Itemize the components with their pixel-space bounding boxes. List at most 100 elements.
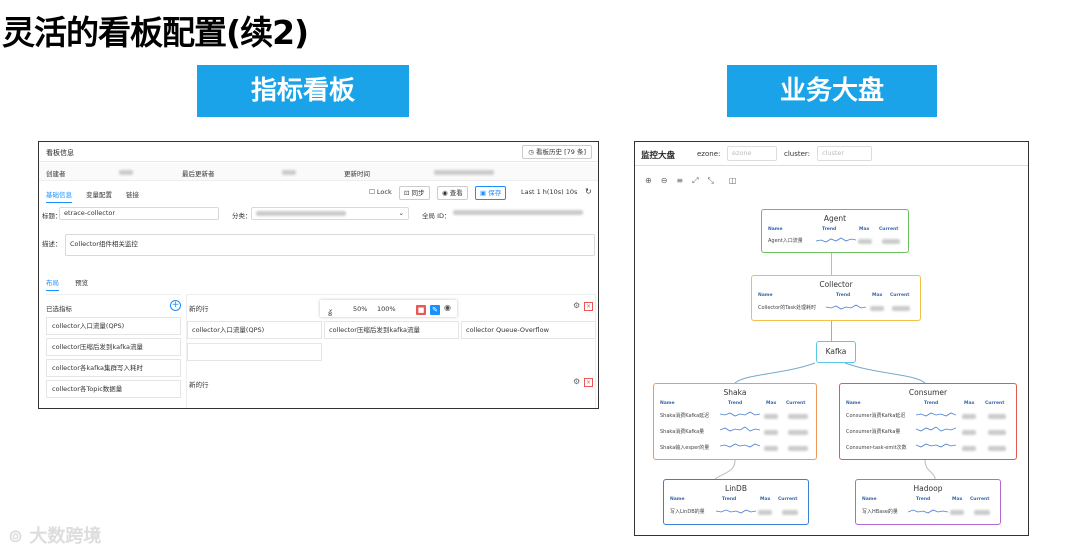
width-50-button[interactable]: 50% xyxy=(353,305,367,313)
node-lindb-name: LinDB xyxy=(725,484,747,493)
time-range-picker[interactable]: Last 1 h(10s) 10s xyxy=(517,186,582,200)
trend-sparklines xyxy=(720,411,760,448)
tab-variables[interactable]: 变量配置 xyxy=(86,189,112,199)
tab-links[interactable]: 链接 xyxy=(126,189,139,199)
node-agent[interactable]: Agent Name Trend Max Current Agent入口流量 xyxy=(761,209,909,253)
col-name: Name xyxy=(758,293,773,298)
col-trend: Trend xyxy=(728,401,743,406)
delete-row-icon[interactable]: × xyxy=(584,378,593,387)
refresh-icon[interactable]: ↻ xyxy=(581,186,596,200)
current-value xyxy=(788,446,808,451)
col-trend: Trend xyxy=(822,227,837,232)
current-value xyxy=(788,430,808,435)
node-kafka-name: Kafka xyxy=(825,347,847,356)
col-max: Max xyxy=(760,497,771,502)
max-value xyxy=(858,239,872,244)
gear-icon[interactable]: ⚙ xyxy=(573,301,580,310)
col-max: Max xyxy=(964,401,975,406)
tab-layout[interactable]: 布局 xyxy=(46,279,59,291)
banner-metric-board: 指标看板 xyxy=(197,65,409,117)
category-select[interactable]: ⌄ xyxy=(251,207,409,220)
description-textarea[interactable]: Collector组件相关监控 xyxy=(65,234,595,256)
current-value xyxy=(988,414,1006,419)
metric-item[interactable]: collector压缩后发到kafka流量 xyxy=(46,338,181,356)
node-hadoop-name: Hadoop xyxy=(913,484,943,493)
col-max: Max xyxy=(766,401,777,406)
trend-sparkline xyxy=(816,237,856,243)
row-toolbar: 8 ⌄ 50% 100% ■ ✎ ◉ xyxy=(320,300,457,318)
metric-name: Collector的Task处理耗时 xyxy=(758,305,817,311)
metric-name: Consumer消费Kafka量 xyxy=(846,429,901,435)
delete-row-icon[interactable]: × xyxy=(584,302,593,311)
business-dashboard-panel: 监控大盘 ezone: ezone cluster: cluster ⊕ ⊖ ≡ ⤢ ⤡… xyxy=(634,141,1029,536)
edit-icon[interactable]: ✎ xyxy=(430,305,440,315)
metric-name: Shaka消费Kafka量 xyxy=(660,429,705,435)
node-kafka[interactable]: Kafka xyxy=(816,341,856,363)
gear-icon[interactable]: ⚙ xyxy=(573,377,580,386)
max-value xyxy=(764,430,778,435)
row-cell[interactable]: collector压缩后发到kafka流量 xyxy=(324,321,459,339)
metric-item[interactable]: collector入口流量(QPS) xyxy=(46,317,181,335)
max-value xyxy=(870,306,884,311)
col-trend: Trend xyxy=(916,497,931,502)
col-name: Name xyxy=(660,401,675,406)
banner-business-dashboard: 业务大盘 xyxy=(727,65,937,117)
row-cell[interactable]: collector入口流量(QPS) xyxy=(187,321,322,339)
col-current: Current xyxy=(778,497,798,502)
delete-icon[interactable]: ■ xyxy=(416,305,426,315)
current-value xyxy=(782,510,798,515)
view-button[interactable]: ◉ 查看 xyxy=(437,186,468,200)
sync-button[interactable]: ⊡ 同步 xyxy=(399,186,430,200)
col-current: Current xyxy=(879,227,899,232)
row-cell[interactable]: collector Queue-Overflow xyxy=(461,321,596,339)
current-value xyxy=(882,239,900,244)
node-shaka[interactable]: Shaka Name Trend Max Current Shaka消费Kafk… xyxy=(653,383,817,460)
add-metric-icon[interactable]: + xyxy=(170,300,181,311)
eye-icon[interactable]: ◉ xyxy=(444,303,451,312)
trend-sparkline xyxy=(716,509,756,514)
title-input[interactable]: etrace-collector xyxy=(59,207,219,220)
node-lindb[interactable]: LinDB Name Trend Max Current 写入LinDB的量 xyxy=(663,479,809,525)
col-name: Name xyxy=(768,227,783,232)
watermark-text: 大数跨境 xyxy=(29,526,102,547)
lock-toggle[interactable]: ☐ Lock xyxy=(365,186,396,200)
watermark: ⊚ 大数跨境 xyxy=(8,522,101,548)
max-value xyxy=(764,414,778,419)
lock-label: Lock xyxy=(376,188,392,196)
col-name: Name xyxy=(846,401,861,406)
row-label: 新的行 xyxy=(189,305,209,313)
metric-item[interactable]: collector各Topic数据量 xyxy=(46,380,181,398)
col-current: Current xyxy=(890,293,910,298)
col-max: Max xyxy=(952,497,963,502)
max-value xyxy=(962,414,976,419)
trend-sparkline xyxy=(908,509,948,514)
span-select[interactable]: 8 ⌄ xyxy=(328,305,333,318)
title-field-row: 标题： etrace-collector 分类： ⌄ 全局 ID： xyxy=(39,206,598,224)
save-button[interactable]: ▣ 保存 xyxy=(475,186,507,200)
metric-name: 写入LinDB的量 xyxy=(670,509,705,515)
node-hadoop[interactable]: Hadoop Name Trend Max Current 写入HBase的量 xyxy=(855,479,1001,525)
current-value xyxy=(788,414,808,419)
width-100-button[interactable]: 100% xyxy=(377,305,396,313)
node-collector[interactable]: Collector Name Trend Max Current Collect… xyxy=(751,275,921,321)
history-button[interactable]: ◷ 看板历史 [79 条] xyxy=(522,145,592,159)
col-name: Name xyxy=(862,497,877,502)
col-current: Current xyxy=(985,401,1005,406)
category-label: 分类： xyxy=(232,212,252,220)
tab-preview[interactable]: 预览 xyxy=(75,279,88,287)
board-header: 看板信息 ◷ 看板历史 [79 条] xyxy=(39,142,598,162)
metric-name: Consumer-task-emit次数 xyxy=(846,445,907,451)
save-icon: ▣ xyxy=(480,189,489,197)
max-value xyxy=(962,430,976,435)
row-cell-empty[interactable] xyxy=(187,343,322,361)
node-shaka-name: Shaka xyxy=(723,388,747,397)
sync-label: 同步 xyxy=(411,189,425,197)
row2-label: 新的行 xyxy=(189,381,209,389)
node-consumer[interactable]: Consumer Name Trend Max Current Consumer… xyxy=(839,383,1017,460)
tab-basic-info[interactable]: 基础信息 xyxy=(46,189,72,203)
metric-item[interactable]: collector各kafka集群写入耗时 xyxy=(46,359,181,377)
col-max: Max xyxy=(872,293,883,298)
selected-metrics-header: 已选指标 xyxy=(46,305,72,313)
desc-label: 描述： xyxy=(42,240,62,248)
col-trend: Trend xyxy=(722,497,737,502)
